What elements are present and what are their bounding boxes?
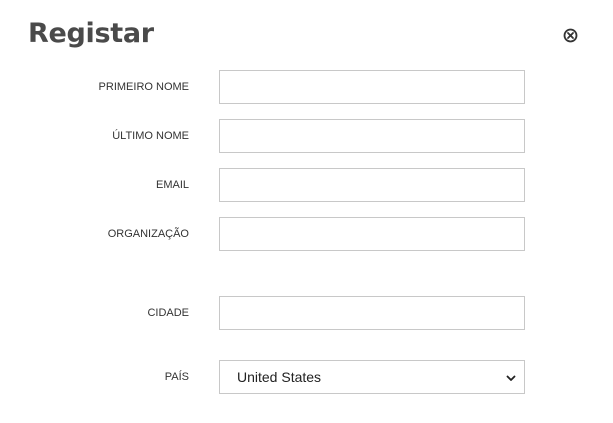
- dialog-title: Registar: [28, 18, 154, 49]
- email-row: EMAIL: [0, 168, 613, 202]
- first-name-row: PRIMEIRO NOME: [0, 70, 613, 104]
- chevron-down-icon: [506, 373, 516, 383]
- organization-row: ORGANIZAÇÃO: [0, 217, 613, 251]
- email-label: EMAIL: [155, 179, 189, 191]
- city-input[interactable]: [219, 296, 525, 330]
- organization-label: ORGANIZAÇÃO: [107, 228, 189, 240]
- country-label: PAÍS: [164, 371, 189, 383]
- country-row: PAÍS United States: [0, 360, 613, 394]
- country-selected-value: United States: [237, 369, 322, 385]
- last-name-input[interactable]: [219, 119, 525, 153]
- first-name-label: PRIMEIRO NOME: [98, 81, 189, 93]
- last-name-row: ÚLTIMO NOME: [0, 119, 613, 153]
- city-row: CIDADE: [0, 296, 613, 330]
- email-input[interactable]: [219, 168, 525, 202]
- register-dialog: Registar PRIMEIRO NOME ÚLTIMO NOME EMAIL…: [0, 0, 613, 423]
- country-select[interactable]: United States: [219, 360, 525, 394]
- first-name-input[interactable]: [219, 70, 525, 104]
- last-name-label: ÚLTIMO NOME: [112, 130, 189, 142]
- city-label: CIDADE: [147, 307, 189, 319]
- organization-input[interactable]: [219, 217, 525, 251]
- close-icon[interactable]: [563, 28, 578, 43]
